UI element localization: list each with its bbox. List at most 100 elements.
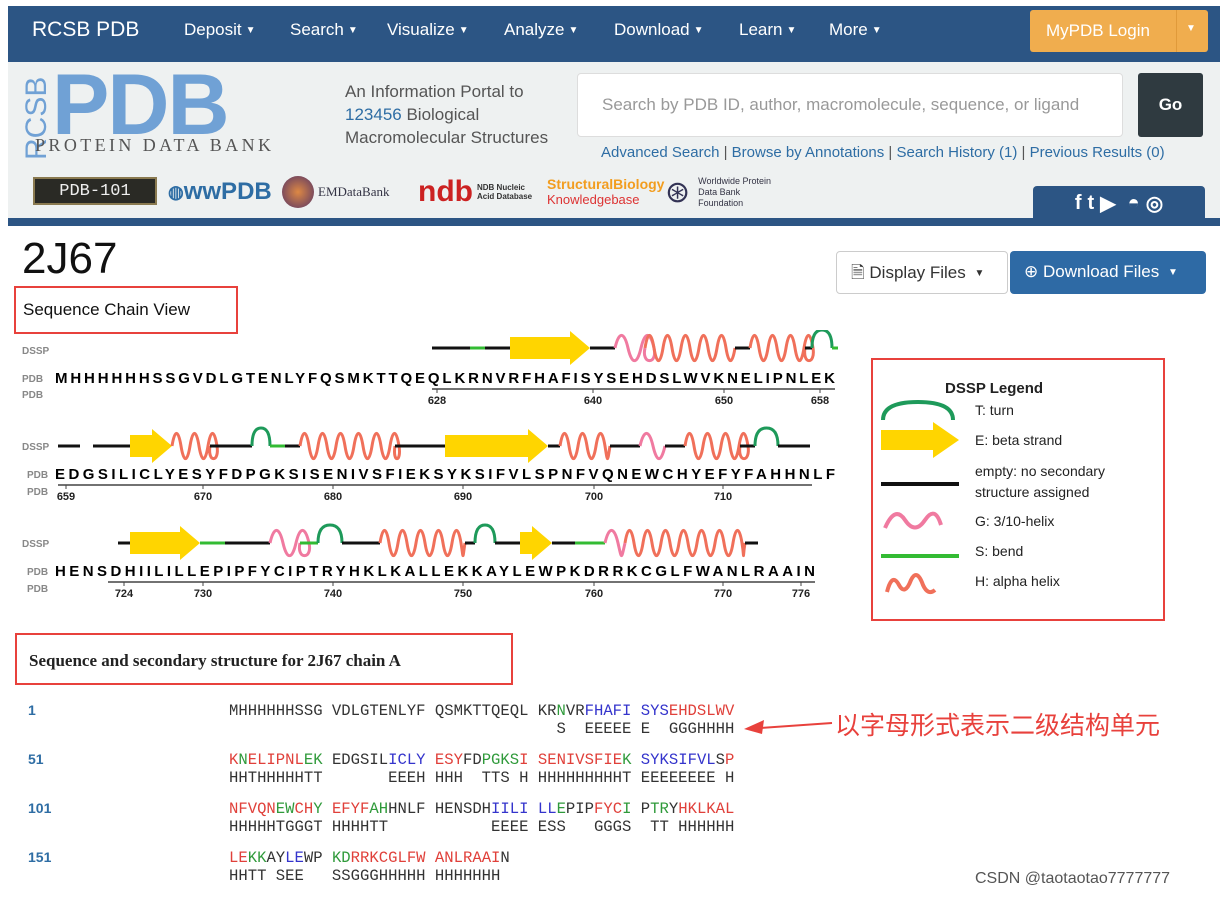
- residue-segment: ELIPNL: [247, 751, 304, 769]
- nav-analyze[interactable]: Analyze ▼: [504, 20, 578, 40]
- residue-segment: PGKS: [481, 751, 520, 769]
- caret-down-icon: ▼: [974, 268, 985, 280]
- residue-number: 1: [28, 702, 36, 718]
- wwpdb-foundation-logo[interactable]: ⊛ Worldwide Protein Data Bank Foundation: [665, 172, 795, 212]
- residue-segment: FYC: [594, 800, 623, 818]
- emdatabank-logo[interactable]: EMDataBank: [282, 172, 389, 212]
- button-label: Display Files: [869, 263, 966, 282]
- separator: |: [884, 144, 897, 161]
- residue-segment: VR: [565, 702, 585, 720]
- login-label: MyPDB Login: [1046, 21, 1150, 40]
- residue-segment: CH: [294, 800, 314, 818]
- top-navbar: RCSB PDB Deposit ▼ Search ▼ Visualize ▼ Ana…: [8, 6, 1220, 62]
- alpha-helix-icon: [885, 573, 937, 595]
- nav-more[interactable]: More ▼: [829, 20, 882, 40]
- separator: |: [719, 144, 732, 161]
- facebook-icon[interactable]: f: [1075, 192, 1082, 215]
- tick-label: 640: [584, 395, 602, 407]
- sequence-block: 1 MHHHHHHSSG VDLGTENLYF QSMKTTQEQL KRNVRF…: [0, 702, 760, 742]
- tagline-line: Biological: [401, 105, 480, 124]
- twitter-icon[interactable]: t: [1088, 192, 1095, 215]
- caret-down-icon[interactable]: ▼: [1186, 23, 1196, 34]
- legend-strand: E: beta strand: [975, 432, 1063, 448]
- caret-down-icon: ▼: [871, 25, 882, 37]
- github-icon[interactable]: ◎: [1146, 191, 1163, 216]
- arrow-head-icon: [744, 720, 764, 734]
- structure-count[interactable]: 123456: [345, 105, 402, 124]
- download-files-button[interactable]: ⊕ Download Files ▼: [1010, 251, 1206, 294]
- search-input[interactable]: Search by PDB ID, author, macromolecule,…: [577, 73, 1123, 137]
- residue-segment: LE: [285, 849, 304, 867]
- alpha-helix: [683, 431, 750, 461]
- nav-download[interactable]: Download ▼: [614, 20, 704, 40]
- dssp-label: DSSP: [22, 539, 50, 550]
- highlight-box: Sequence Chain View: [14, 286, 238, 334]
- social-icons: f t ▶ ◓ ◎: [1033, 186, 1205, 220]
- emdb-text: EMDataBank: [318, 184, 390, 199]
- emdb-sphere-icon: [282, 176, 314, 208]
- globe-icon: ◍: [168, 181, 184, 202]
- pdb101-logo[interactable]: PDB-101: [33, 177, 157, 205]
- advanced-search-link[interactable]: Advanced Search: [601, 144, 719, 161]
- pdb-label: PDB: [22, 390, 43, 401]
- display-files-button[interactable]: 🗎 Display Files ▼: [836, 251, 1008, 294]
- caret-down-icon: ▼: [568, 25, 579, 37]
- alpha-helix: [558, 431, 612, 461]
- residue-sequence: EDGSILICLYESYFDPGKSISENIVSFIEKSYKSIFVLSP…: [55, 466, 835, 483]
- turn: [753, 426, 780, 447]
- strand-icon: [881, 422, 959, 458]
- tick-label: 724: [115, 588, 134, 600]
- go-button[interactable]: Go: [1138, 73, 1203, 137]
- legend-turn: T: turn: [975, 402, 1014, 418]
- residue-segment: ESY: [434, 751, 463, 769]
- foundation-emblem-icon: ⊛: [665, 175, 691, 209]
- dssp-label: DSSP: [22, 442, 50, 453]
- nav-visualize[interactable]: Visualize ▼: [387, 20, 469, 40]
- tick-label: 690: [454, 491, 472, 503]
- section-title: Sequence and secondary structure for 2J6…: [29, 651, 401, 670]
- wwpdb-logo[interactable]: ◍ wwPDB: [168, 172, 272, 212]
- caret-down-icon: ▼: [693, 25, 704, 37]
- residue-segment: HKLKAL: [678, 800, 735, 818]
- sbkb-logo[interactable]: StructuralBiology Knowledgebase: [547, 172, 664, 212]
- sequence-line: KNELIPNLEK EDGSILICLY ESYFDPGKSI SENIVSF…: [229, 751, 734, 769]
- residue-segment: MHHHHHHSSG VDLGTENLYF QSMKTTQEQL KR: [229, 702, 557, 720]
- residue-segment: LL: [537, 800, 557, 818]
- legend-alpha-helix: H: alpha helix: [975, 573, 1060, 589]
- nav-search[interactable]: Search ▼: [290, 20, 358, 40]
- sequence-line: NFVQNEWCHY EFYFAHHNLF HENSDHIILI LLEPIPF…: [229, 800, 734, 818]
- legend-icons: [881, 399, 959, 595]
- caret-down-icon: ▼: [1167, 267, 1178, 279]
- previous-results-link[interactable]: Previous Results (0): [1030, 144, 1165, 161]
- brand-link[interactable]: RCSB PDB: [32, 18, 139, 42]
- youtube-icon[interactable]: ▶: [1100, 191, 1115, 216]
- g-helix: [603, 528, 627, 558]
- nav-learn[interactable]: Learn ▼: [739, 20, 796, 40]
- ndb-logo[interactable]: ndb NDB Nucleic Acid Database: [418, 172, 536, 212]
- android-icon[interactable]: ◓: [1128, 192, 1140, 215]
- banner-divider: [8, 218, 1220, 226]
- beta-strand: [130, 526, 200, 560]
- residue-segment: P: [631, 800, 651, 818]
- nav-deposit[interactable]: Deposit ▼: [184, 20, 256, 40]
- highlight-box: Sequence and secondary structure for 2J6…: [15, 633, 513, 685]
- pdb-label: PDB: [27, 584, 48, 595]
- search-history-link[interactable]: Search History (1): [896, 144, 1017, 161]
- dssp-legend: DSSP Legend T: turn E: beta strand empty…: [871, 358, 1165, 621]
- watermark: CSDN @taotaotao7777777: [975, 870, 1171, 887]
- pdb-label: PDB: [27, 567, 48, 578]
- beta-strand: [520, 526, 552, 560]
- g-helix: [613, 333, 657, 363]
- alpha-helix: [298, 431, 401, 461]
- residue-segment: FHAFI: [584, 702, 632, 720]
- mypdb-login-button[interactable]: MyPDB Login ▼: [1030, 10, 1208, 52]
- residue-segment: SENIVSFIE: [528, 751, 623, 769]
- residue-segment: [528, 800, 537, 818]
- nav-label: Download: [614, 20, 690, 39]
- browse-annotations-link[interactable]: Browse by Annotations: [732, 144, 885, 161]
- tick-label: 659: [57, 491, 75, 503]
- residue-segment: I: [519, 751, 529, 769]
- residue-segment: EDGSIL: [322, 751, 389, 769]
- pdb-label: PDB: [27, 487, 48, 498]
- page-title: 2J67: [22, 234, 118, 283]
